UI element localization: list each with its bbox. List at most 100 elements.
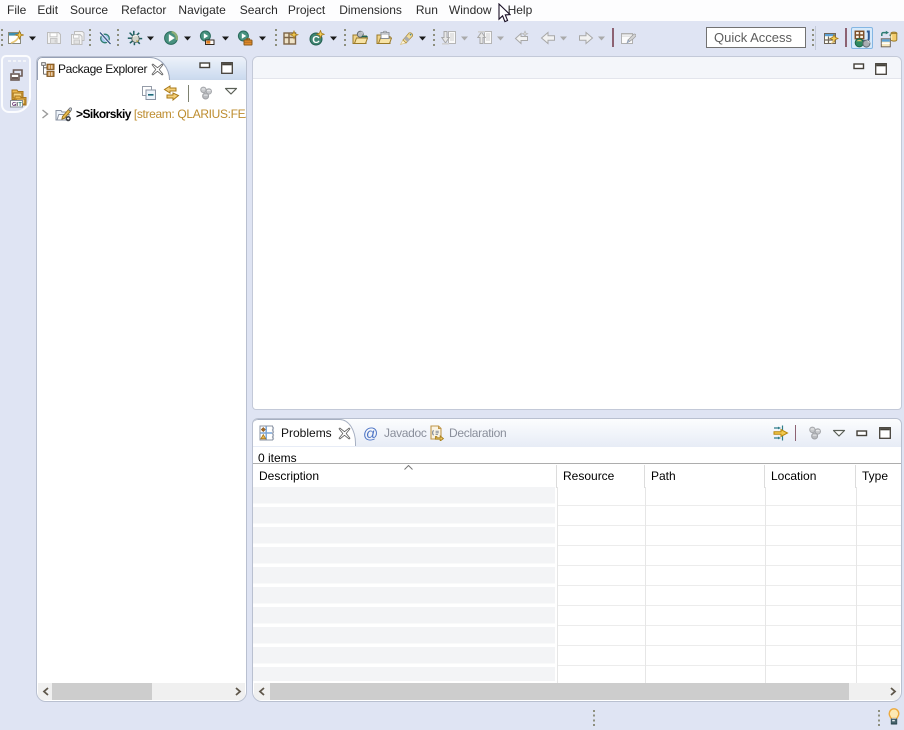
problems-table-body <box>253 487 901 683</box>
minimize-editor-icon[interactable] <box>853 63 865 75</box>
open-perspective-button[interactable] <box>820 27 842 49</box>
new-java-project-icon[interactable] <box>283 30 299 46</box>
open-request-icon[interactable] <box>376 30 392 46</box>
menu-refactor[interactable]: Refactor <box>121 0 166 21</box>
package-explorer-tab[interactable]: Package Explorer <box>37 57 170 80</box>
menu-help[interactable]: Help <box>508 0 533 21</box>
new-wizard-icon[interactable] <box>8 30 24 46</box>
maximize-view-icon[interactable] <box>879 427 891 439</box>
menu-bar: File Edit Source Refactor Navigate Searc… <box>0 0 904 21</box>
menu-run[interactable]: Run <box>416 0 438 21</box>
quick-access-input[interactable]: Quick Access <box>706 27 806 48</box>
column-header-description[interactable]: Description <box>253 465 557 488</box>
focus-on-active-task-icon <box>807 425 823 441</box>
status-grip[interactable] <box>878 710 880 726</box>
toolbar-grip[interactable] <box>275 29 277 47</box>
dropdown-arrow-icon[interactable] <box>497 36 504 41</box>
dropdown-arrow-icon[interactable] <box>222 36 229 41</box>
editor-area <box>252 56 902 410</box>
last-edit-location-icon[interactable] <box>514 30 530 46</box>
menu-source[interactable]: Source <box>70 0 108 21</box>
tip-lightbulb-icon[interactable] <box>888 708 900 726</box>
next-annotation-icon[interactable] <box>441 30 457 46</box>
scrollbar-thumb[interactable] <box>52 683 152 700</box>
toolbar-grip[interactable] <box>344 29 346 47</box>
previous-annotation-icon[interactable] <box>477 30 493 46</box>
coverage-icon[interactable] <box>199 30 215 46</box>
minimize-view-icon[interactable] <box>199 62 211 74</box>
table-row-line <box>557 585 901 586</box>
dropdown-arrow-icon[interactable] <box>259 36 266 41</box>
view-menu-icon[interactable] <box>224 87 238 95</box>
scroll-right-icon[interactable] <box>230 683 245 700</box>
menu-project[interactable]: Project <box>288 0 325 21</box>
minimize-view-icon[interactable] <box>856 430 868 437</box>
save-icon[interactable] <box>46 30 62 46</box>
dropdown-arrow-icon[interactable] <box>29 36 36 41</box>
declaration-tab[interactable]: Declaration <box>423 419 512 446</box>
java-perspective-button[interactable] <box>851 27 873 49</box>
status-grip[interactable] <box>593 710 595 726</box>
menu-navigate[interactable]: Navigate <box>178 0 225 21</box>
link-with-editor-icon[interactable] <box>163 85 180 101</box>
toolbar-grip[interactable] <box>89 29 91 47</box>
table-row-line <box>557 565 901 566</box>
highlight-icon[interactable] <box>399 30 415 46</box>
scrollbar-thumb[interactable] <box>270 683 849 700</box>
toolbar-grip[interactable] <box>812 29 814 47</box>
package-explorer-hscrollbar[interactable] <box>38 683 245 700</box>
tree-item-project[interactable]: >Sikorskiy [stream: QLARIUS:FEA <box>41 105 246 123</box>
svg-text:T: T <box>18 102 22 108</box>
rail-drag-grip[interactable] <box>8 60 26 62</box>
column-header-location[interactable]: Location <box>765 465 856 488</box>
menu-edit[interactable]: Edit <box>37 0 58 21</box>
toolbar-grip[interactable] <box>433 29 435 47</box>
close-tab-icon[interactable] <box>338 427 351 440</box>
scroll-right-icon[interactable] <box>885 683 900 700</box>
column-header-resource[interactable]: Resource <box>557 465 645 488</box>
restore-views-button[interactable] <box>10 69 23 82</box>
back-icon[interactable] <box>540 30 556 46</box>
view-menu-icon[interactable] <box>832 429 846 437</box>
dropdown-arrow-icon[interactable] <box>147 36 154 41</box>
scroll-left-icon[interactable] <box>254 683 269 700</box>
menu-dimensions[interactable]: Dimensions <box>339 0 402 21</box>
problems-hscrollbar[interactable] <box>254 683 900 700</box>
dropdown-arrow-icon[interactable] <box>184 36 191 41</box>
dimensions-perspective-button[interactable] <box>877 27 899 49</box>
run-external-tools-icon[interactable] <box>237 30 253 46</box>
skip-all-breakpoints-icon[interactable] <box>97 30 113 46</box>
scroll-left-icon[interactable] <box>38 683 53 700</box>
table-row-line <box>557 505 901 506</box>
new-java-class-icon[interactable]: C <box>309 30 325 46</box>
filters-icon[interactable] <box>773 425 790 441</box>
dropdown-arrow-icon[interactable] <box>598 36 605 41</box>
dropdown-arrow-icon[interactable] <box>461 36 468 41</box>
problems-table-header: Description Resource Path Location Type <box>253 463 901 487</box>
pin-editor-icon[interactable] <box>620 30 636 46</box>
git-repositories-icon[interactable]: G I T <box>7 87 29 109</box>
run-icon[interactable] <box>163 30 179 46</box>
expand-chevron-icon[interactable] <box>41 109 49 119</box>
toolbar-grip[interactable] <box>117 29 119 47</box>
maximize-view-icon[interactable] <box>221 62 233 74</box>
menu-search[interactable]: Search <box>240 0 278 21</box>
close-tab-icon[interactable] <box>151 63 164 76</box>
column-header-type[interactable]: Type <box>856 465 902 488</box>
collapse-all-icon[interactable] <box>141 85 157 101</box>
problems-view: Problems @ Javadoc Declaration 0 items <box>252 418 902 702</box>
open-item-icon[interactable] <box>352 30 368 46</box>
column-header-path[interactable]: Path <box>645 465 765 488</box>
forward-icon[interactable] <box>578 30 594 46</box>
save-all-icon[interactable] <box>70 30 86 46</box>
debug-icon[interactable] <box>127 30 143 46</box>
menu-file[interactable]: File <box>7 0 26 21</box>
menu-window[interactable]: Window <box>449 0 492 21</box>
dropdown-arrow-icon[interactable] <box>419 36 426 41</box>
dropdown-arrow-icon[interactable] <box>330 36 337 41</box>
toolbar-separator <box>612 28 614 47</box>
problems-tab[interactable]: Problems <box>253 419 356 446</box>
maximize-editor-icon[interactable] <box>875 63 887 75</box>
dropdown-arrow-icon[interactable] <box>560 36 567 41</box>
toolbar-grip[interactable] <box>1 29 3 47</box>
